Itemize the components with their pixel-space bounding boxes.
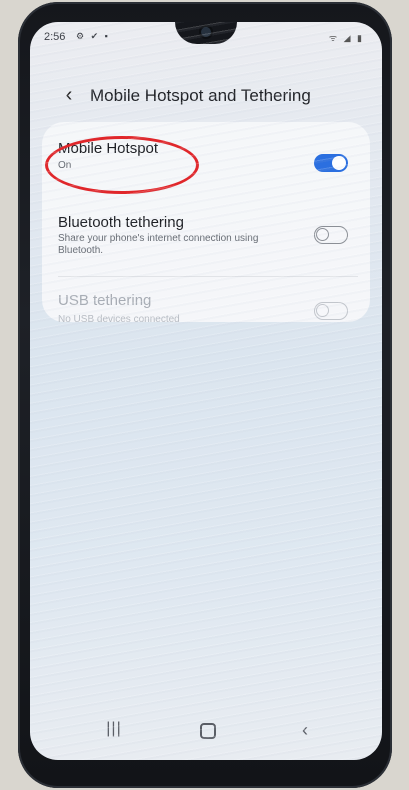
battery-icon: ▮ (357, 33, 364, 43)
setting-usb-tethering: USB tethering No USB devices connected (42, 278, 370, 325)
setting-status: No USB devices connected (58, 314, 180, 325)
check-icon: ✔ (90, 31, 101, 41)
status-time: 2:56 (44, 31, 66, 43)
setting-status: On (58, 160, 72, 171)
chevron-left-icon: ‹ (65, 84, 73, 106)
home-button[interactable] (188, 720, 228, 742)
app-header: ‹ Mobile Hotspot and Tethering (30, 80, 382, 114)
mobile-hotspot-toggle[interactable] (314, 154, 348, 172)
page-title: Mobile Hotspot and Tethering (90, 86, 311, 105)
settings-card: Mobile Hotspot On Bluetooth tethering Sh… (42, 122, 370, 325)
setting-label: USB tethering (58, 292, 152, 309)
navigation-bar: ||| ‹ (30, 716, 382, 750)
phone-screen: 2:56 ⚙ ✔ ▪ ᯤ ◢ ▮ ‹ Mobile Hotspot and Te… (30, 22, 382, 760)
setting-bluetooth-tethering[interactable]: Bluetooth tethering Share your phone's i… (42, 202, 370, 258)
divider (58, 276, 358, 277)
nav-back-button[interactable]: ‹ (285, 720, 325, 742)
setting-mobile-hotspot[interactable]: Mobile Hotspot On (42, 136, 370, 194)
settings-icon: ⚙ (76, 31, 87, 41)
status-bar: 2:56 ⚙ ✔ ▪ ᯤ ◢ ▮ (30, 22, 382, 50)
setting-label: Mobile Hotspot (58, 140, 159, 157)
message-icon: ▪ (104, 31, 110, 41)
recents-button[interactable]: ||| (94, 720, 134, 742)
home-icon (200, 723, 216, 739)
system-icons: ᯤ ◢ ▮ (329, 31, 364, 44)
bluetooth-tethering-toggle[interactable] (314, 226, 348, 244)
signal-icon: ◢ (343, 33, 353, 43)
recents-icon: ||| (106, 720, 122, 737)
usb-tethering-toggle (314, 302, 348, 320)
back-arrow-icon: ‹ (302, 720, 308, 740)
back-button[interactable]: ‹ (58, 84, 80, 106)
wifi-icon: ᯤ (328, 33, 340, 43)
setting-label: Bluetooth tethering (58, 214, 184, 231)
notification-icons: ⚙ ✔ ▪ (76, 31, 110, 42)
setting-description: Share your phone's internet connection u… (58, 233, 259, 256)
